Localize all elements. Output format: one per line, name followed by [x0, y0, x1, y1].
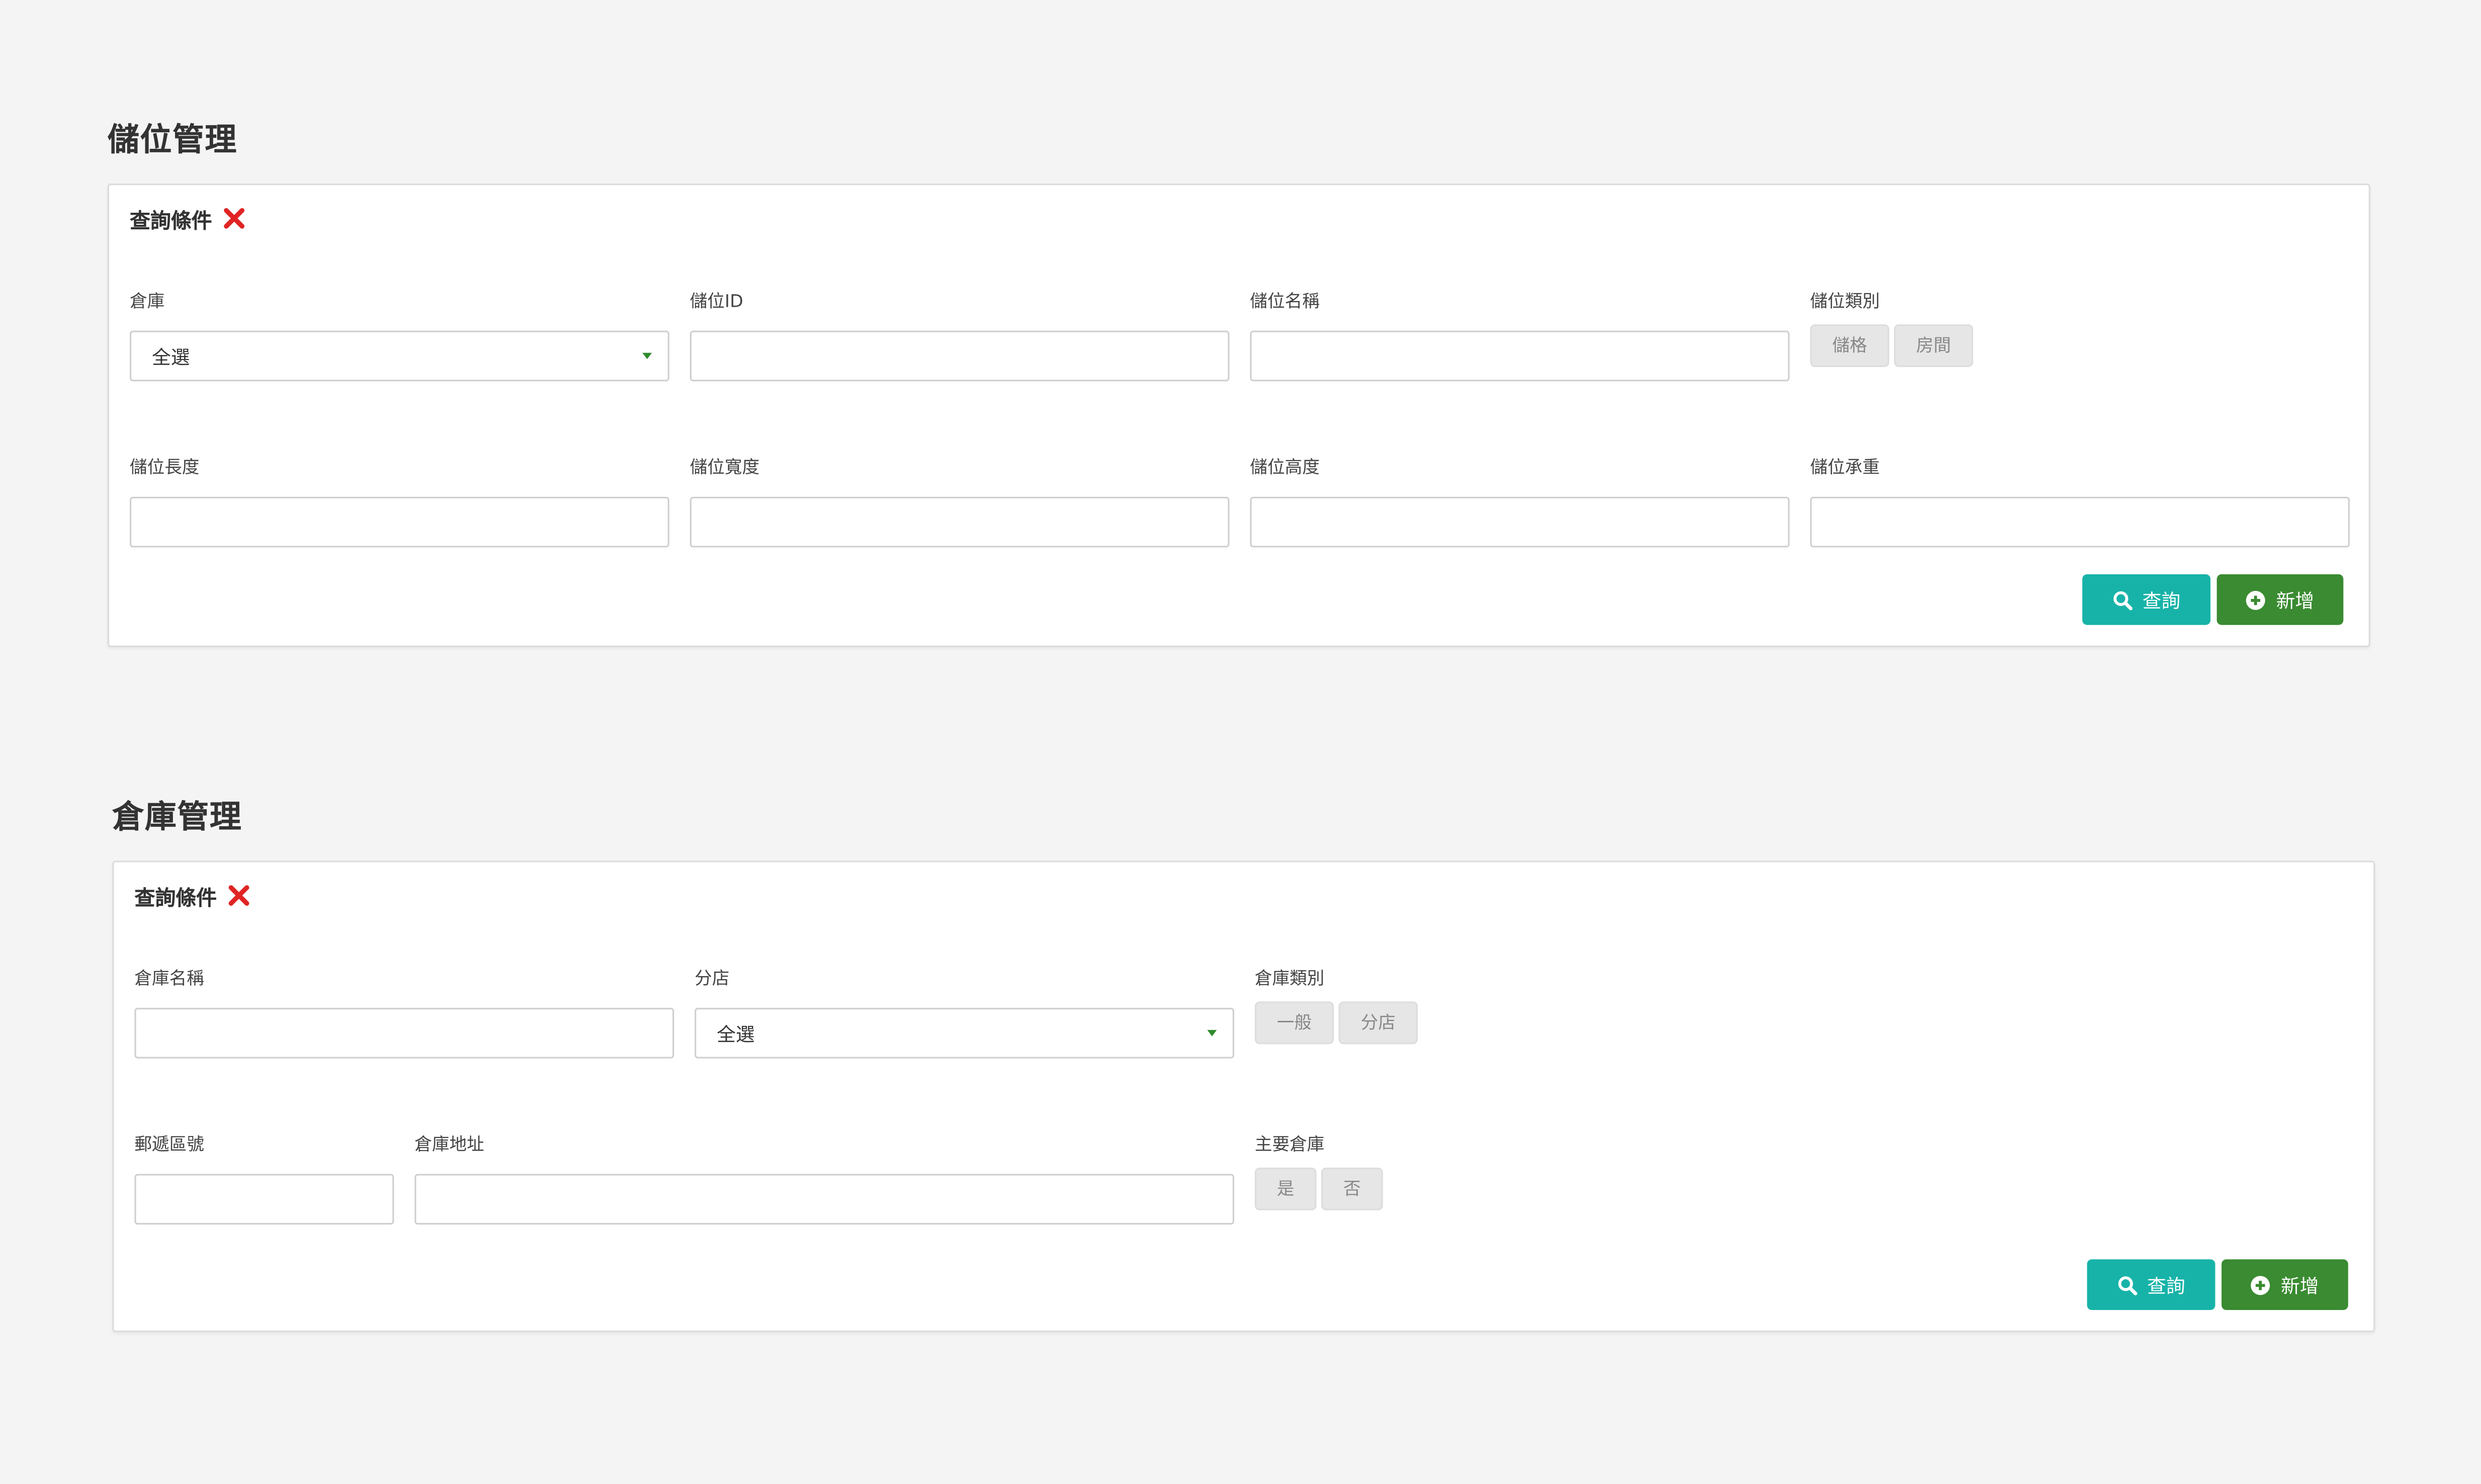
- location-name-field: 儲位名稱: [1250, 290, 1790, 382]
- warehouse-type-option-general[interactable]: 一般: [1254, 1001, 1334, 1044]
- warehouse-type-option-branch[interactable]: 分店: [1338, 1001, 1418, 1044]
- length-field: 儲位長度: [129, 456, 669, 548]
- warehouse-type-toggle: 一般 分店: [1254, 1001, 1418, 1044]
- location-id-label: 儲位ID: [690, 291, 743, 312]
- warehouse-select-value: 全選: [152, 345, 190, 368]
- warehouse-name-field: 倉庫名稱: [134, 967, 674, 1059]
- load-label: 儲位承重: [1810, 457, 1880, 478]
- warehouse-field: 倉庫 全選: [129, 290, 669, 382]
- main-warehouse-option-no[interactable]: 否: [1321, 1167, 1383, 1210]
- location-type-option-cell[interactable]: 儲格: [1810, 324, 1890, 367]
- length-input[interactable]: [129, 496, 669, 548]
- add-button-label: 新增: [2276, 589, 2315, 612]
- add-button[interactable]: 新增: [2221, 1259, 2348, 1310]
- main-warehouse-label: 主要倉庫: [1254, 1134, 1325, 1155]
- address-input[interactable]: [414, 1174, 1234, 1225]
- query-panel: 查詢條件 倉庫名稱 分店 全選 倉庫類別 一般 分店 郵遞區號 倉庫地址 主要倉…: [112, 860, 2375, 1333]
- address-field: 倉庫地址: [414, 1133, 1234, 1225]
- warehouse-management-section: 倉庫管理 查詢條件 倉庫名稱 分店 全選 倉庫類別 一般 分店 郵遞區號 倉庫地…: [112, 794, 2375, 1333]
- panel-title: 查詢條件: [134, 887, 217, 911]
- location-name-label: 儲位名稱: [1250, 291, 1320, 312]
- warehouse-label: 倉庫: [129, 291, 165, 312]
- chevron-down-icon: [642, 353, 652, 360]
- location-id-input[interactable]: [690, 330, 1230, 382]
- width-input[interactable]: [690, 496, 1230, 548]
- warehouse-type-field: 倉庫類別 一般 分店: [1254, 967, 1571, 1044]
- postal-code-label: 郵遞區號: [134, 1134, 204, 1155]
- load-input[interactable]: [1810, 496, 2350, 548]
- address-label: 倉庫地址: [414, 1134, 484, 1155]
- main-warehouse-option-yes[interactable]: 是: [1254, 1167, 1317, 1210]
- page-title: 倉庫管理: [112, 797, 242, 836]
- plus-circle-icon: [2247, 590, 2266, 609]
- postal-code-input[interactable]: [134, 1174, 394, 1225]
- height-label: 儲位高度: [1250, 457, 1320, 478]
- plus-circle-icon: [2251, 1275, 2271, 1294]
- location-type-label: 儲位類別: [1810, 291, 1880, 312]
- location-type-field: 儲位類別 儲格 房間: [1810, 290, 2126, 367]
- location-name-input[interactable]: [1250, 330, 1790, 382]
- chevron-down-icon: [1207, 1030, 1217, 1036]
- location-management-section: 儲位管理 查詢條件 倉庫 全選 儲位ID 儲位名稱 儲位類別 儲格 房間 儲位長…: [107, 117, 2370, 647]
- main-warehouse-field: 主要倉庫 是 否: [1254, 1133, 1571, 1210]
- main-warehouse-toggle: 是 否: [1254, 1167, 1383, 1210]
- width-field: 儲位寬度: [690, 456, 1230, 548]
- page: 儲位管理 查詢條件 倉庫 全選 儲位ID 儲位名稱 儲位類別 儲格 房間 儲位長…: [0, 0, 2481, 1484]
- query-panel: 查詢條件 倉庫 全選 儲位ID 儲位名稱 儲位類別 儲格 房間 儲位長度 儲位寬…: [107, 183, 2370, 647]
- load-field: 儲位承重: [1810, 456, 2350, 548]
- query-button-label: 查詢: [2147, 1274, 2185, 1297]
- postal-code-field: 郵遞區號: [134, 1133, 394, 1225]
- warehouse-select[interactable]: 全選: [129, 330, 669, 382]
- height-input[interactable]: [1250, 496, 1790, 548]
- search-icon: [2113, 590, 2133, 609]
- branch-select-value: 全選: [717, 1022, 755, 1045]
- add-button[interactable]: 新增: [2216, 574, 2344, 625]
- panel-title: 查詢條件: [129, 209, 212, 234]
- branch-select[interactable]: 全選: [695, 1008, 1234, 1059]
- warehouse-name-label: 倉庫名稱: [134, 968, 204, 989]
- add-button-label: 新增: [2281, 1274, 2319, 1297]
- page-title: 儲位管理: [107, 120, 237, 158]
- height-field: 儲位高度: [1250, 456, 1790, 548]
- warehouse-name-input[interactable]: [134, 1008, 674, 1059]
- close-icon[interactable]: [226, 883, 251, 908]
- search-icon: [2118, 1275, 2137, 1295]
- close-icon[interactable]: [222, 206, 247, 231]
- warehouse-type-label: 倉庫類別: [1254, 968, 1325, 989]
- width-label: 儲位寬度: [690, 457, 760, 478]
- query-button[interactable]: 查詢: [2087, 1259, 2215, 1310]
- query-button-label: 查詢: [2142, 589, 2181, 612]
- query-button[interactable]: 查詢: [2082, 574, 2211, 625]
- panel-header: 查詢條件: [134, 878, 251, 913]
- location-type-option-room[interactable]: 房間: [1894, 324, 1974, 367]
- branch-field: 分店 全選: [695, 967, 1234, 1059]
- panel-header: 查詢條件: [130, 201, 247, 236]
- location-type-toggle: 儲格 房間: [1810, 324, 1974, 367]
- location-id-field: 儲位ID: [690, 290, 1230, 382]
- length-label: 儲位長度: [129, 457, 200, 478]
- branch-label: 分店: [695, 968, 730, 989]
